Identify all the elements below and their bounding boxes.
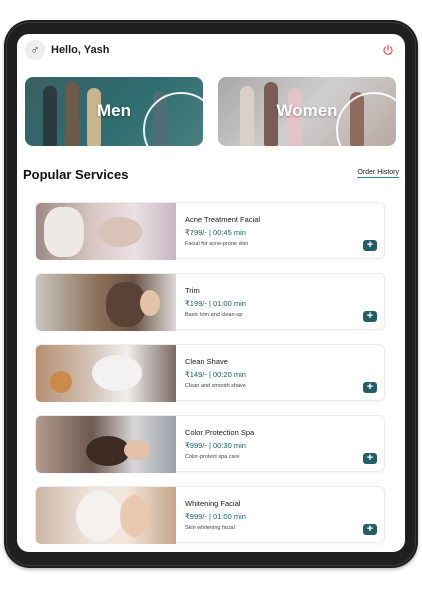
face-shape xyxy=(98,217,142,247)
mask-face-shape xyxy=(76,491,122,541)
service-name: Trim xyxy=(185,286,200,295)
service-description: Clean and smooth shave xyxy=(185,383,246,389)
service-card[interactable]: Acne Treatment Facial ₹799/- | 00:45 min… xyxy=(35,202,385,260)
app-screen: ♂ Hello, Yash Men Women Popular Services… xyxy=(17,34,405,552)
service-image xyxy=(36,203,176,260)
service-card[interactable]: Trim ₹199/- | 01:00 min Basic trim and c… xyxy=(35,273,385,331)
service-price: ₹999/- | 00:30 min xyxy=(185,441,246,450)
face-shape xyxy=(124,440,150,460)
service-name: Acne Treatment Facial xyxy=(185,215,261,224)
foam-shape xyxy=(92,355,142,391)
towel-shape xyxy=(44,207,84,257)
add-service-button[interactable]: + xyxy=(363,240,377,251)
service-price: ₹199/- | 01:00 min xyxy=(185,299,246,308)
women-category-card[interactable]: Women xyxy=(218,77,396,146)
women-category-label: Women xyxy=(276,101,338,120)
service-image xyxy=(36,416,176,473)
app-header: ♂ Hello, Yash xyxy=(17,34,405,68)
service-price: ₹149/- | 00:20 min xyxy=(185,370,246,379)
face-shape xyxy=(140,290,160,316)
service-description: Skin whitening facial xyxy=(185,525,235,531)
tablet-frame: ♂ Hello, Yash Men Women Popular Services… xyxy=(4,20,418,568)
power-logout-icon[interactable] xyxy=(379,41,397,59)
service-image xyxy=(36,487,176,544)
order-history-link[interactable]: Order History xyxy=(357,169,399,178)
add-service-button[interactable]: + xyxy=(363,524,377,535)
add-service-button[interactable]: + xyxy=(363,453,377,464)
greeting-text: Hello, Yash xyxy=(51,44,110,56)
service-card[interactable]: Color Protection Spa ₹999/- | 00:30 min … xyxy=(35,415,385,473)
add-service-button[interactable]: + xyxy=(363,382,377,393)
service-image xyxy=(36,274,176,331)
men-category-label: Men xyxy=(97,101,131,120)
services-list: Acne Treatment Facial ₹799/- | 00:45 min… xyxy=(35,202,385,552)
brush-shape xyxy=(50,371,72,393)
service-description: Basic trim and clean-up xyxy=(185,312,243,318)
service-price: ₹999/- | 01:00 min xyxy=(185,512,246,521)
service-description: Color-protect spa care xyxy=(185,454,240,460)
service-image xyxy=(36,345,176,402)
popular-services-heading: Popular Services xyxy=(23,167,129,182)
service-card[interactable]: Clean Shave ₹149/- | 00:20 min Clean and… xyxy=(35,344,385,402)
service-name: Whitening Facial xyxy=(185,499,241,508)
service-price: ₹799/- | 00:45 min xyxy=(185,228,246,237)
service-description: Facial for acne-prone skin xyxy=(185,241,249,247)
service-card[interactable]: Whitening Facial ₹999/- | 01:00 min Skin… xyxy=(35,486,385,544)
men-category-card[interactable]: Men xyxy=(25,77,203,146)
add-service-button[interactable]: + xyxy=(363,311,377,322)
service-name: Color Protection Spa xyxy=(185,428,255,437)
service-name: Clean Shave xyxy=(185,357,228,366)
face-shape xyxy=(120,495,150,537)
male-gender-icon[interactable]: ♂ xyxy=(25,40,45,60)
power-icon xyxy=(383,44,393,56)
